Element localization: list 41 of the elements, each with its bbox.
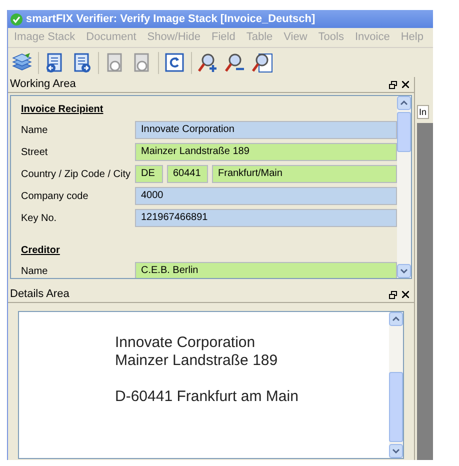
field-label: Key No. [21, 212, 58, 226]
field-label: Company code [21, 190, 90, 204]
zoom-in-icon[interactable] [197, 52, 219, 74]
zoom-fit-icon[interactable] [251, 52, 273, 74]
input-field[interactable]: DE [135, 165, 163, 183]
scroll-up-button[interactable] [389, 312, 403, 326]
field-label: Country / Zip Code / City [21, 168, 132, 182]
checkmark-icon [10, 12, 23, 26]
refresh-icon[interactable] [164, 52, 186, 74]
field-label: Street [21, 146, 49, 160]
input-field[interactable]: 121967466891 [135, 209, 397, 227]
field-label: Name [21, 264, 49, 278]
close-icon[interactable] [402, 291, 409, 298]
input-field[interactable]: Innovate Corporation [135, 121, 397, 139]
document-text: D-60441 Frankfurt am Main [115, 388, 300, 406]
scrollbar-thumb[interactable] [389, 372, 403, 442]
input-field[interactable]: 4000 [135, 187, 397, 205]
section-heading: Creditor [21, 244, 61, 258]
stack-icon[interactable] [11, 52, 33, 74]
field-label: Name [21, 124, 49, 138]
panel-title: Working Area [10, 77, 77, 92]
scroll-down-button[interactable] [397, 264, 411, 278]
document-text: Mainzer Landstraße 189 [115, 352, 279, 370]
restore-icon[interactable] [389, 290, 397, 298]
zoom-out-icon[interactable] [224, 52, 246, 74]
input-field[interactable]: C.E.B. Berlin [135, 262, 397, 278]
scrollbar[interactable] [397, 96, 411, 278]
scroll-up-button[interactable] [397, 96, 411, 110]
restore-icon[interactable] [389, 80, 397, 88]
side-panel-tab[interactable]: In [417, 105, 429, 119]
scrollbar[interactable] [389, 312, 403, 458]
panel-title: Details Area [10, 287, 70, 302]
document-text: Innovate Corporation [115, 334, 256, 352]
input-field[interactable]: 60441 [167, 165, 208, 183]
window-title: smartFIX Verifier: Verify Image Stack [Invoice_Deutsch] [26, 12, 316, 27]
input-field[interactable]: Mainzer Landstraße 189 [135, 143, 397, 161]
section-heading: Invoice Recipient [21, 103, 104, 117]
close-icon[interactable] [402, 81, 409, 88]
scrollbar-thumb[interactable] [397, 112, 411, 152]
input-field[interactable]: Frankfurt/Main [212, 165, 397, 183]
scroll-down-button[interactable] [389, 444, 403, 458]
